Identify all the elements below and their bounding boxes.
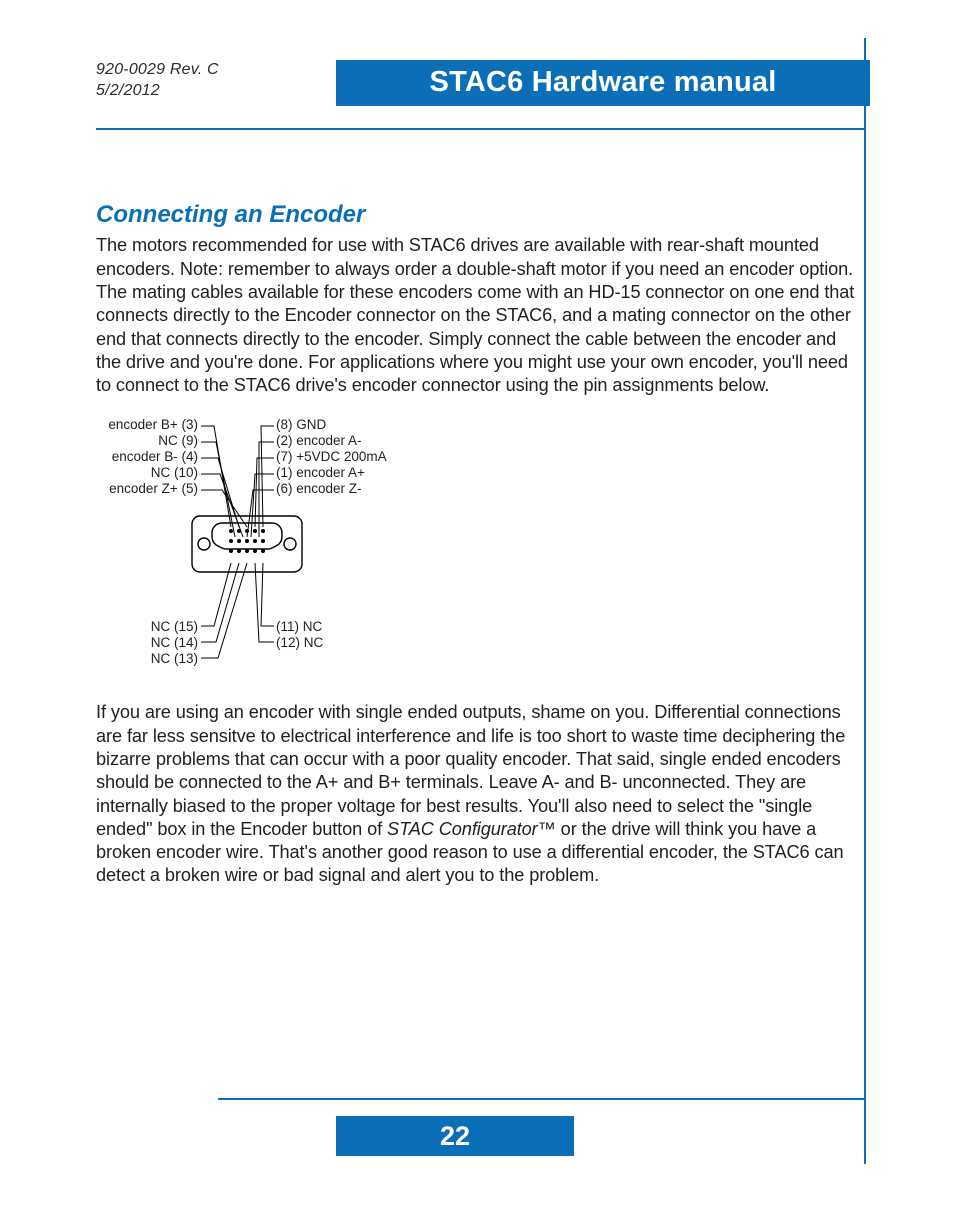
software-name: STAC Configurator™ (387, 819, 556, 839)
doc-date: 5/2/2012 (96, 81, 866, 102)
section-heading: Connecting an Encoder (96, 200, 866, 231)
page-number: 22 (440, 1119, 470, 1154)
doc-rev: 920-0029 Rev. C (96, 60, 866, 81)
connector-drawing (96, 417, 476, 673)
doc-meta: 920-0029 Rev. C 5/2/2012 (96, 60, 866, 102)
paragraph-1: The motors recommended for use with STAC… (96, 234, 866, 397)
encoder-pinout-diagram: encoder B+ (3) NC (9) encoder B- (4) NC … (96, 417, 476, 673)
page-number-band: 22 (336, 1116, 574, 1156)
paragraph-2: If you are using an encoder with single … (96, 701, 866, 887)
